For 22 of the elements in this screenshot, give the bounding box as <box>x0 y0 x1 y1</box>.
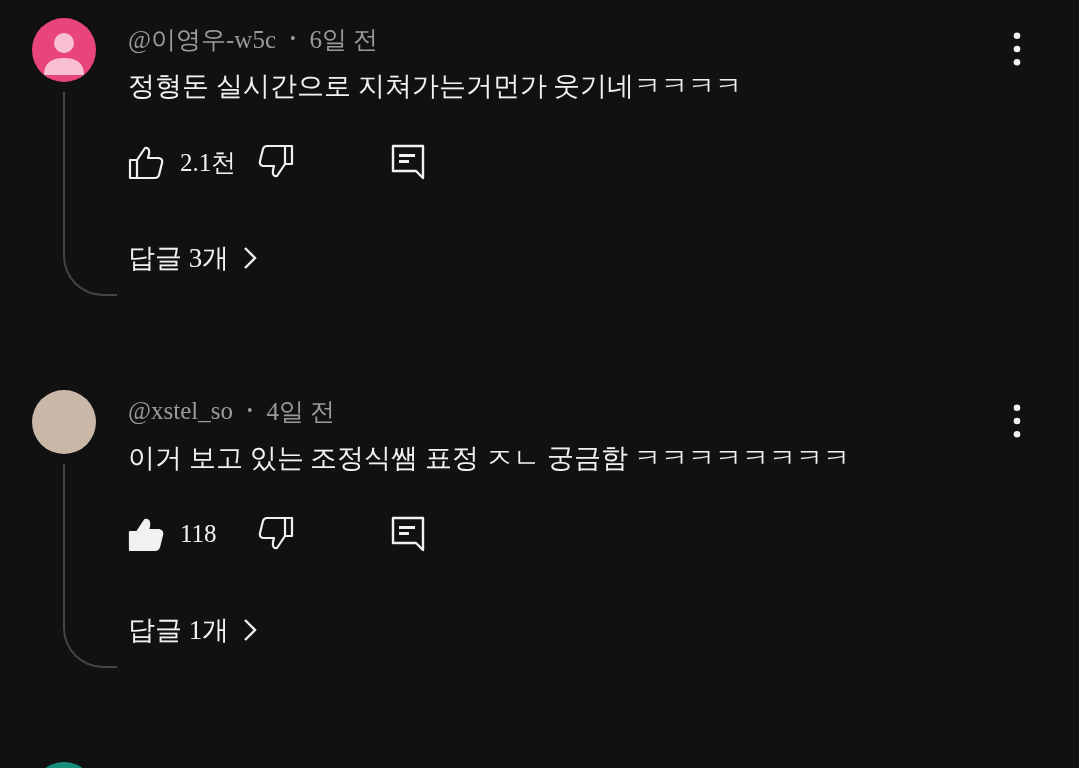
separator: • <box>290 30 296 48</box>
reply-icon[interactable] <box>390 516 426 552</box>
thumbs-up-icon[interactable] <box>128 144 164 180</box>
comment-time: 6일 전 <box>309 24 379 55</box>
comment-time: 4일 전 <box>266 396 336 427</box>
thumbs-up-icon[interactable] <box>128 516 164 552</box>
comment-text: 이거 보고 있는 조정식쌤 표정 ㅈㄴ 궁금함 ㅋㅋㅋㅋㅋㅋㅋㅋ <box>128 442 852 475</box>
thumbs-down-icon[interactable] <box>258 516 294 552</box>
chevron-right-icon <box>243 246 258 270</box>
thumbs-down-icon[interactable] <box>258 144 294 180</box>
author-name[interactable]: @이영우-w5c <box>128 22 276 56</box>
author-name[interactable]: @xstel_so <box>128 397 233 425</box>
chevron-right-icon <box>243 618 258 642</box>
like-count: 118 <box>180 520 218 548</box>
comment-text: 정형돈 실시간으로 지쳐가는거먼가 웃기네ㅋㅋㅋㅋ <box>128 70 744 103</box>
replies-link[interactable]: 답글 1개 <box>128 610 258 650</box>
more-options-icon[interactable] <box>1013 404 1021 438</box>
reply-icon[interactable] <box>390 144 426 180</box>
separator: • <box>246 402 253 420</box>
replies-link[interactable]: 답글 3개 <box>128 238 258 278</box>
more-options-icon[interactable] <box>1013 32 1021 66</box>
like-count: 2.1천 <box>180 147 238 178</box>
